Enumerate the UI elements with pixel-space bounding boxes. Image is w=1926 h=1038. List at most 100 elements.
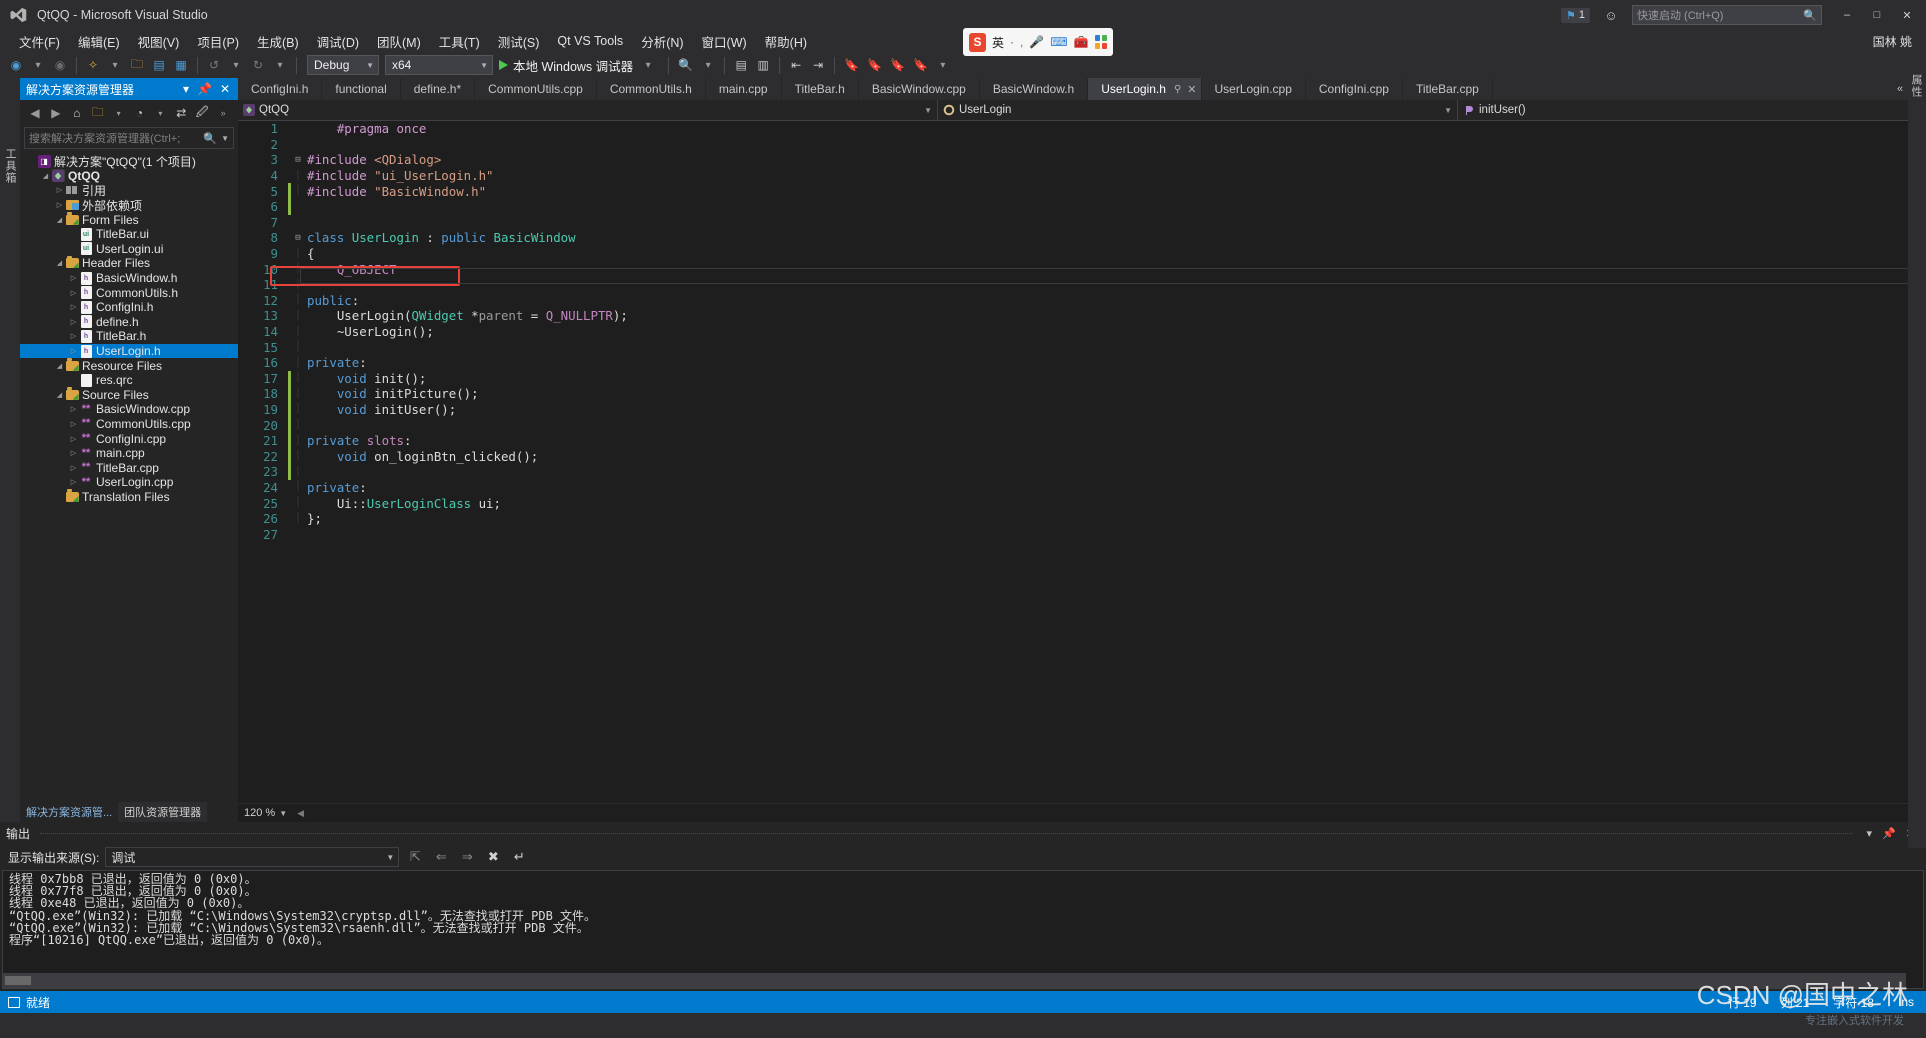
navigate-forward-icon[interactable]: ◉: [50, 54, 70, 76]
menu-build[interactable]: 生成(B): [248, 30, 308, 53]
menu-team[interactable]: 团队(M): [368, 30, 430, 53]
properties-strip[interactable]: 属性: [1908, 68, 1926, 848]
code-line[interactable]: 1 #pragma once: [238, 121, 1926, 137]
fold-marker-icon[interactable]: │: [291, 373, 305, 383]
chevron-down-icon[interactable]: ▾: [1862, 827, 1878, 840]
previous-bookmark-icon[interactable]: 🔖: [864, 54, 885, 76]
code-line[interactable]: 2: [238, 137, 1926, 153]
solution-platform-combo[interactable]: x64 ▼: [385, 55, 493, 75]
code-line[interactable]: 7: [238, 215, 1926, 231]
navbar-member-dropdown[interactable]: initUser(): [1458, 100, 1926, 121]
editor-tab[interactable]: BasicWindow.cpp: [859, 78, 980, 100]
menu-window[interactable]: 窗口(W): [693, 30, 756, 53]
code-line[interactable]: 4 │ #include "ui_UserLogin.h": [238, 168, 1926, 184]
maximize-button[interactable]: □: [1862, 1, 1892, 29]
tree-item-selected[interactable]: ▷ h UserLogin.h: [20, 343, 238, 359]
microphone-icon[interactable]: 🎤: [1029, 35, 1044, 49]
fold-marker-icon[interactable]: │: [291, 420, 305, 430]
menu-edit[interactable]: 编辑(E): [69, 30, 129, 53]
new-project-dropdown-icon[interactable]: ▾: [105, 54, 125, 76]
tree-item[interactable]: ▷ h CommonUtils.h: [20, 285, 238, 300]
close-icon[interactable]: ✕: [1187, 83, 1196, 96]
editor-tab[interactable]: functional: [322, 78, 401, 100]
increase-indent-icon[interactable]: ⇥: [808, 54, 828, 76]
tree-item[interactable]: Translation Files: [20, 489, 238, 505]
editor-tab[interactable]: TitleBar.h: [782, 78, 859, 100]
tree-item[interactable]: ◨ 解决方案"QtQQ"(1 个项目): [20, 154, 238, 169]
menu-debug[interactable]: 调试(D): [308, 30, 368, 53]
menu-tools[interactable]: 工具(T): [430, 30, 489, 53]
tree-twisty-icon[interactable]: ▷: [68, 303, 79, 311]
menu-project[interactable]: 项目(P): [188, 30, 248, 53]
code-line[interactable]: 12 │ public:: [238, 293, 1926, 309]
find-icon[interactable]: 🔍: [675, 54, 696, 76]
properties-icon[interactable]: 🖉: [193, 103, 211, 124]
chevron-down-icon[interactable]: ▾: [151, 109, 169, 118]
minimize-button[interactable]: –: [1832, 1, 1862, 29]
tree-twisty-icon[interactable]: ◢: [40, 172, 51, 180]
new-project-icon[interactable]: ✧: [83, 54, 103, 76]
navigate-back-dropdown-icon[interactable]: ▾: [28, 54, 48, 76]
editor-tab[interactable]: TitleBar.cpp: [1403, 78, 1493, 100]
editor-tab[interactable]: UserLogin.cpp: [1202, 78, 1306, 100]
tree-item[interactable]: ▷ 外部依赖项: [20, 198, 238, 213]
tree-twisty-icon[interactable]: ▷: [68, 449, 79, 457]
editor-tab[interactable]: ConfigIni.cpp: [1306, 78, 1403, 100]
tab-solution-explorer[interactable]: 解决方案资源管...: [20, 802, 118, 822]
find-dropdown-icon[interactable]: ▾: [698, 54, 718, 76]
tree-item[interactable]: ◢ Source Files: [20, 387, 238, 403]
menu-qt-vs-tools[interactable]: Qt VS Tools: [548, 32, 632, 50]
tree-item[interactable]: ▷ h define.h: [20, 315, 238, 330]
word-wrap-icon[interactable]: ↵: [509, 849, 529, 865]
scroll-left-icon[interactable]: ◀: [293, 808, 304, 819]
dot-icon[interactable]: ·: [1010, 35, 1014, 49]
chevron-down-icon[interactable]: ▼: [221, 134, 229, 143]
tree-twisty-icon[interactable]: ▷: [68, 332, 79, 340]
fold-marker-icon[interactable]: │: [291, 514, 305, 524]
decrease-indent-icon[interactable]: ⇤: [786, 54, 806, 76]
menu-analyze[interactable]: 分析(N): [632, 30, 692, 53]
fold-marker-icon[interactable]: │: [291, 295, 305, 305]
close-button[interactable]: ✕: [1892, 1, 1922, 29]
chevron-down-icon[interactable]: ▾: [110, 109, 128, 118]
tree-twisty-icon[interactable]: ▷: [68, 347, 79, 355]
code-line[interactable]: 3 ⊟ #include <QDialog>: [238, 152, 1926, 168]
tree-twisty-icon[interactable]: ▷: [54, 201, 65, 209]
tree-twisty-icon[interactable]: ◢: [54, 216, 65, 224]
fold-marker-icon[interactable]: │: [291, 436, 305, 446]
code-line[interactable]: 26 │};: [238, 511, 1926, 527]
go-to-previous-icon[interactable]: ⇐: [431, 849, 451, 865]
fold-marker-icon[interactable]: │: [291, 342, 305, 352]
code-line[interactable]: 24 │ private:: [238, 480, 1926, 496]
scrollbar-thumb[interactable]: [5, 976, 31, 985]
tree-twisty-icon[interactable]: ▷: [68, 289, 79, 297]
fold-marker-icon[interactable]: ⊟: [291, 155, 305, 165]
code-line[interactable]: 6: [238, 198, 1926, 215]
fold-marker-icon[interactable]: ⊟: [291, 233, 305, 243]
open-file-icon[interactable]: 🗀: [127, 54, 147, 76]
chevron-down-icon[interactable]: ▾: [638, 54, 658, 76]
clear-all-icon[interactable]: ✖: [483, 849, 503, 865]
notifications-button[interactable]: ⚑ 1: [1561, 7, 1590, 23]
editor-tab[interactable]: BasicWindow.h: [980, 78, 1089, 100]
tree-twisty-icon[interactable]: ▷: [68, 420, 79, 428]
back-icon[interactable]: ◀: [26, 106, 44, 120]
tree-twisty-icon[interactable]: ◢: [54, 391, 65, 399]
tree-item[interactable]: ▷ ** TitleBar.cpp: [20, 460, 238, 475]
output-source-combo[interactable]: 调试 ▼: [105, 847, 400, 867]
toggle-bookmark-icon[interactable]: 🔖: [841, 54, 862, 76]
navbar-class-dropdown[interactable]: UserLogin ▼: [938, 99, 1458, 121]
fold-marker-icon[interactable]: │: [291, 186, 305, 196]
pin-icon[interactable]: 📌: [1877, 827, 1901, 840]
output-text-area[interactable]: 线程 0x7bb8 已退出，返回值为 0 (0x0)。 线程 0x77f8 已退出…: [2, 870, 1924, 989]
editor-tab[interactable]: ConfigIni.h: [238, 78, 323, 100]
fold-marker-icon[interactable]: │: [291, 451, 305, 461]
fold-marker-icon[interactable]: │: [291, 498, 305, 508]
code-line[interactable]: 14 │ ~UserLogin();: [238, 324, 1926, 340]
tree-item[interactable]: ▷ ** ConfigIni.cpp: [20, 431, 238, 446]
pin-icon[interactable]: ⚲: [1174, 84, 1181, 95]
tree-item[interactable]: res.qrc: [20, 373, 238, 388]
navbar-project-dropdown[interactable]: QtQQ ▼: [238, 99, 938, 121]
start-debugging-button[interactable]: 本地 Windows 调试器 ▾: [495, 54, 662, 76]
fold-marker-icon[interactable]: │: [291, 404, 305, 414]
